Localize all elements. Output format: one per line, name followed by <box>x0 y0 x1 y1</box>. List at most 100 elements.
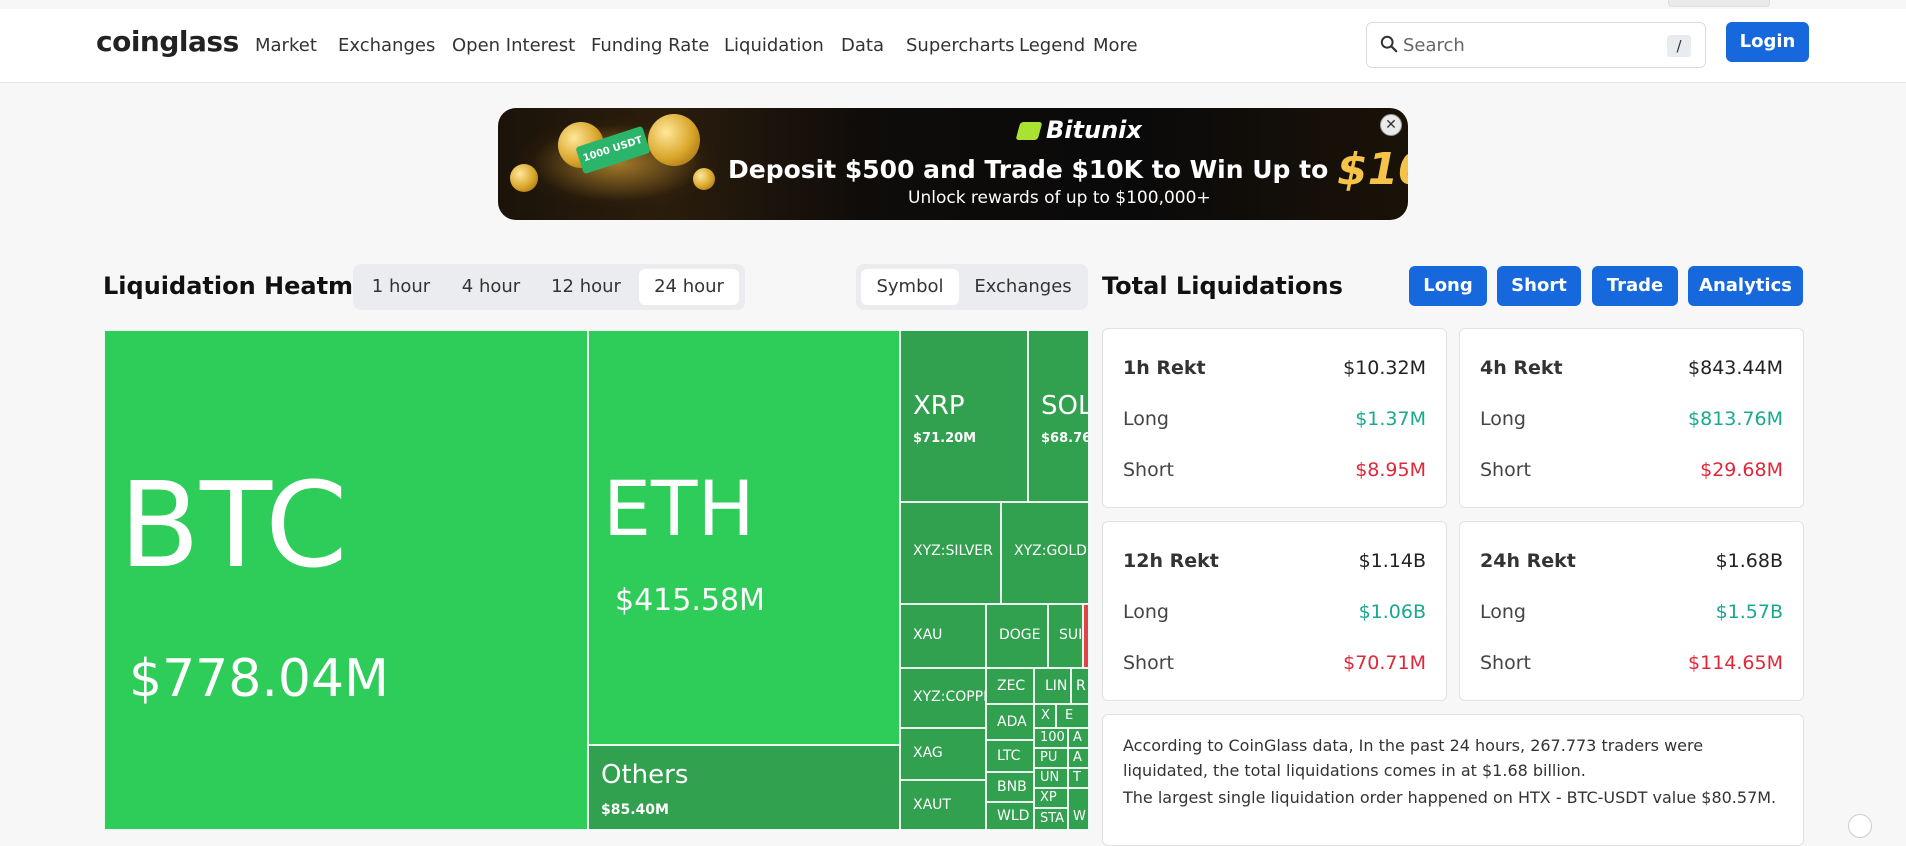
tab-4-hour[interactable]: 4 hour <box>449 269 533 305</box>
heatmap-cell-doge[interactable]: DOGE <box>986 604 1048 668</box>
card-short-value: $8.95M <box>1355 459 1426 481</box>
search-placeholder: Search <box>1403 35 1465 56</box>
card-total: $1.14B <box>1358 550 1426 572</box>
tab-1-hour[interactable]: 1 hour <box>359 269 443 305</box>
long-label: Long <box>1123 601 1169 623</box>
short-label: Short <box>1480 459 1531 481</box>
total-liquidations-title: Total Liquidations <box>1102 272 1343 300</box>
heatmap-cell-xag[interactable]: XAG <box>900 728 986 780</box>
nav-legend[interactable]: Legend <box>1019 35 1085 56</box>
top-chip <box>1668 0 1770 7</box>
long-label: Long <box>1480 601 1526 623</box>
card-label: 4h Rekt <box>1480 357 1563 379</box>
heatmap-cell-others[interactable]: Others $85.40M <box>588 745 900 830</box>
heatmap-cell-eth[interactable]: ETH $415.58M <box>588 330 900 745</box>
tab-24-hour[interactable]: 24 hour <box>639 269 739 305</box>
heatmap-cell-ada[interactable]: ADA <box>986 704 1034 740</box>
nav-liquidation[interactable]: Liquidation <box>724 35 824 56</box>
card-label: 12h Rekt <box>1123 550 1219 572</box>
heatmap-cell-xyz-silver[interactable]: XYZ:SILVER <box>900 502 1001 604</box>
short-label: Short <box>1123 652 1174 674</box>
time-range-tabs: 1 hour 4 hour 12 hour 24 hour <box>353 264 745 310</box>
heatmap-cell-a[interactable]: A <box>1068 748 1089 768</box>
summary-line-2: The largest single liquidation order hap… <box>1123 788 1777 807</box>
nav-funding-rate[interactable]: Funding Rate <box>591 35 709 56</box>
tab-12-hour[interactable]: 12 hour <box>539 269 633 305</box>
heatmap-title: Liquidation Heatmap <box>103 272 387 300</box>
nav-market[interactable]: Market <box>255 35 317 56</box>
banner-subtext: Unlock rewards of up to $100,000+ <box>908 188 1211 208</box>
heatmap-cell-e[interactable]: E <box>1056 704 1089 728</box>
heatmap-cell-sol[interactable]: SOL $68.76M <box>1028 330 1089 502</box>
heatmap-cell-xaut[interactable]: XAUT <box>900 780 986 830</box>
heatmap-cell-xau[interactable]: XAU <box>900 604 986 668</box>
site-header: coinglass Market Exchanges Open Interest… <box>0 9 1906 83</box>
card-short-value: $114.65M <box>1688 652 1783 674</box>
short-label: Short <box>1480 652 1531 674</box>
long-label: Long <box>1480 408 1526 430</box>
heatmap-cell-sui[interactable]: SUI <box>1048 604 1083 668</box>
analytics-button[interactable]: Analytics <box>1688 266 1803 306</box>
heatmap-cell-x[interactable]: X <box>1034 704 1056 728</box>
card-long-value: $813.76M <box>1688 408 1783 430</box>
card-total: $1.68B <box>1715 550 1783 572</box>
nav-exchanges[interactable]: Exchanges <box>338 35 435 56</box>
card-label: 24h Rekt <box>1480 550 1576 572</box>
search-input[interactable]: Search / <box>1366 22 1706 68</box>
nav-supercharts[interactable]: Supercharts <box>906 35 1015 56</box>
liquidation-summary: According to CoinGlass data, In the past… <box>1102 714 1804 846</box>
card-short-value: $70.71M <box>1343 652 1426 674</box>
heatmap-cell-un[interactable]: UN <box>1034 768 1068 788</box>
heatmap-cell-xrp[interactable]: XRP $71.20M <box>900 330 1028 502</box>
logo[interactable]: coinglass <box>96 25 239 58</box>
heatmap-cell-r[interactable]: R <box>1071 668 1089 704</box>
rekt-card-4h: 4h Rekt $843.44M Long $813.76M Short $29.68… <box>1459 328 1804 508</box>
login-button[interactable]: Login <box>1726 22 1809 62</box>
rekt-card-12h: 12h Rekt $1.14B Long $1.06B Short $70.71M <box>1102 521 1447 701</box>
long-label: Long <box>1123 408 1169 430</box>
coin-graphic <box>693 168 715 190</box>
summary-line-1: According to CoinGlass data, In the past… <box>1123 736 1704 780</box>
heatmap-cell-a[interactable]: A <box>1068 728 1089 748</box>
search-icon <box>1380 35 1398 53</box>
nav-more[interactable]: More <box>1093 35 1138 56</box>
heatmap-cell-pu[interactable]: PU <box>1034 748 1068 768</box>
heatmap-cell-100[interactable]: 100 <box>1034 728 1068 748</box>
heatmap-cell-w[interactable]: W <box>1068 788 1089 830</box>
heatmap-cell-wld[interactable]: WLD <box>986 802 1034 830</box>
rekt-card-1h: 1h Rekt $10.32M Long $1.37M Short $8.95M <box>1102 328 1447 508</box>
promo-banner[interactable]: 1000 USDT Bitunix Deposit $500 and Trade… <box>498 108 1408 220</box>
tab-symbol[interactable]: Symbol <box>861 269 959 305</box>
nav-data[interactable]: Data <box>841 35 884 56</box>
heatmap-cell-sta[interactable]: STA <box>1034 808 1068 830</box>
heatmap-cell-t[interactable]: T <box>1068 768 1089 788</box>
coin-graphic <box>510 164 538 192</box>
card-long-value: $1.06B <box>1358 601 1426 623</box>
heatmap-cell-lin[interactable]: LIN <box>1034 668 1071 704</box>
card-short-value: $29.68M <box>1700 459 1783 481</box>
trade-button[interactable]: Trade <box>1592 266 1678 306</box>
heatmap-cell-short-red[interactable] <box>1083 604 1089 668</box>
heatmap-cell-xyz-copper[interactable]: XYZ:COPPER <box>900 668 986 728</box>
long-button[interactable]: Long <box>1409 266 1487 306</box>
heatmap-cell-btc[interactable]: BTC $778.04M <box>104 330 588 830</box>
heatmap-cell-xp[interactable]: XP <box>1034 788 1068 808</box>
heatmap-cell-ltc[interactable]: LTC <box>986 740 1034 772</box>
heatmap-cell-xyz-gold[interactable]: XYZ:GOLD <box>1001 502 1089 604</box>
banner-brand: Bitunix <box>1015 116 1142 144</box>
rekt-card-24h: 24h Rekt $1.68B Long $1.57B Short $114.65M <box>1459 521 1804 701</box>
view-tabs: Symbol Exchanges <box>856 264 1088 310</box>
coin-graphic <box>648 114 700 166</box>
heatmap-cell-zec[interactable]: ZEC <box>986 668 1034 704</box>
card-label: 1h Rekt <box>1123 357 1206 379</box>
settings-gear-icon[interactable] <box>1848 814 1872 838</box>
tab-exchanges[interactable]: Exchanges <box>964 269 1082 305</box>
search-shortcut: / <box>1667 35 1691 57</box>
bitunix-logo-icon <box>1015 122 1043 140</box>
banner-close-icon[interactable]: ✕ <box>1380 114 1402 136</box>
nav-open-interest[interactable]: Open Interest <box>452 35 575 56</box>
heatmap-cell-bnb[interactable]: BNB <box>986 772 1034 802</box>
short-button[interactable]: Short <box>1497 266 1581 306</box>
card-long-value: $1.57B <box>1715 601 1783 623</box>
short-label: Short <box>1123 459 1174 481</box>
